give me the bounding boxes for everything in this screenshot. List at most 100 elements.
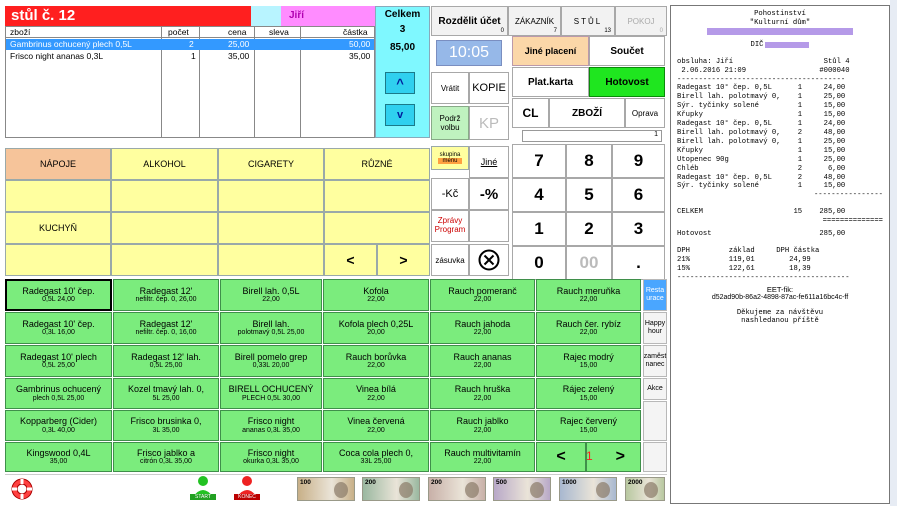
product-button[interactable]: Radegast 12' nefiltr. čep. 0, 26,00 — [113, 279, 219, 311]
banknote-2000-button[interactable]: 2000 — [625, 477, 665, 501]
copy-button[interactable]: KOPIE — [469, 72, 509, 104]
category-empty[interactable] — [218, 244, 324, 276]
keypad-1-button[interactable]: 1 — [512, 212, 566, 246]
product-button[interactable]: Radegast 12' nefiltr. čep. 0, 16,00 — [113, 312, 219, 344]
discount-kc-button[interactable]: -Kč — [431, 178, 469, 210]
split-bill-button[interactable]: Rozdělit účet 0 — [431, 6, 508, 36]
category-empty[interactable] — [5, 180, 111, 212]
employee-button[interactable]: zaměst nanec — [643, 345, 667, 377]
keypad-0-button[interactable]: 0 — [512, 246, 566, 280]
category-ruzne[interactable]: RŮZNÉ — [324, 148, 430, 180]
keypad-8-button[interactable]: 8 — [566, 144, 612, 178]
product-button[interactable]: Rauch multivitamín 22,00 — [430, 442, 535, 472]
return-button[interactable]: Vrátit — [431, 72, 469, 104]
product-prev-button[interactable]: < — [536, 442, 586, 472]
category-alkohol[interactable]: ALKOHOL — [111, 148, 218, 180]
keypad-5-button[interactable]: 5 — [566, 178, 612, 212]
correction-button[interactable]: Oprava — [625, 98, 665, 128]
customer-tab[interactable]: ZÁKAZNÍK 7 — [508, 6, 561, 36]
category-empty[interactable] — [111, 212, 218, 244]
category-prev-button[interactable]: < — [324, 244, 377, 276]
product-button[interactable]: Birell lah. 0,5L 22,00 — [220, 279, 322, 311]
end-button[interactable]: KONEC — [234, 475, 260, 504]
product-button[interactable]: Birell pomelo grep 0,33L 20,00 — [220, 345, 322, 377]
product-button[interactable]: Rajec červený 15,00 — [536, 410, 641, 441]
subtotal-button[interactable]: Součet — [589, 36, 665, 66]
keypad-4-button[interactable]: 4 — [512, 178, 566, 212]
product-button[interactable]: BIRELL OCHUCENÝ PLECH 0,5L 30,00 — [220, 378, 322, 409]
product-button[interactable]: Rauch pomeranč 22,00 — [430, 279, 535, 311]
product-button[interactable]: Rauch borůvka 22,00 — [323, 345, 429, 377]
product-button[interactable]: Rájec zelený 15,00 — [536, 378, 641, 409]
side-empty[interactable] — [643, 442, 667, 472]
product-button[interactable]: Rauch jahoda 22,00 — [430, 312, 535, 344]
product-button[interactable]: Frisco jablko a citrón 0,3L 35,00 — [113, 442, 219, 472]
keypad-7-button[interactable]: 7 — [512, 144, 566, 178]
lifebuoy-icon[interactable] — [10, 477, 34, 501]
banknote-500-button[interactable]: 500 — [493, 477, 551, 501]
clear-button[interactable]: CL — [512, 98, 549, 128]
product-button[interactable]: Gambrinus ochucený plech 0,5L 25,00 — [5, 378, 112, 409]
product-button[interactable]: Rauch čer. rybíz 22,00 — [536, 312, 641, 344]
category-kuchyn[interactable]: KUCHYŇ — [5, 212, 111, 244]
card-payment-button[interactable]: Plat.karta — [512, 67, 589, 97]
banknote-200-button[interactable]: 200 — [428, 477, 486, 501]
promo-button[interactable]: Akce — [643, 378, 667, 400]
keypad-3-button[interactable]: 3 — [612, 212, 665, 246]
scroll-down-button[interactable]: v — [385, 104, 415, 126]
category-empty[interactable] — [218, 180, 324, 212]
product-button[interactable]: Frisco night ananas 0,3L 35,00 — [220, 410, 322, 441]
product-button[interactable]: Kozel tmavý lah. 0, 5L 25,00 — [113, 378, 219, 409]
product-button[interactable]: Radegast 10' čep. 0,3L 16,00 — [5, 312, 112, 344]
product-button[interactable]: Frisco brusinka 0, 3L 35,00 — [113, 410, 219, 441]
product-button[interactable]: Kopparberg (Cider) 0,3L 40,00 — [5, 410, 112, 441]
category-empty[interactable] — [111, 244, 218, 276]
drawer-button[interactable]: zásuvka — [431, 244, 469, 276]
keypad-6-button[interactable]: 6 — [612, 178, 665, 212]
product-button[interactable]: Kofola plech 0,25L 20,00 — [323, 312, 429, 344]
table-row[interactable]: Frisco night ananas 0,3L 1 35,00 35,00 — [6, 51, 374, 62]
scroll-up-button[interactable]: ^ — [385, 72, 415, 94]
category-napoje[interactable]: NÁPOJE — [5, 148, 111, 180]
restaurant-button[interactable]: Resta urace — [643, 279, 667, 311]
category-empty[interactable] — [111, 180, 218, 212]
category-empty[interactable] — [5, 244, 111, 276]
cancel-button[interactable] — [469, 244, 509, 276]
empty-function[interactable] — [469, 210, 509, 242]
keypad-dot-button[interactable]: . — [612, 246, 665, 280]
product-button[interactable]: Radegast 10' plech 0,5L 25,00 — [5, 345, 112, 377]
hold-selection-button[interactable]: Podrž volbu — [431, 106, 469, 140]
goods-button[interactable]: ZBOŽÍ — [549, 98, 625, 128]
category-empty[interactable] — [324, 180, 430, 212]
product-button[interactable]: Rauch jablko 22,00 — [430, 410, 535, 441]
category-empty[interactable] — [324, 212, 430, 244]
side-empty[interactable] — [643, 401, 667, 441]
kp-button[interactable]: KP — [469, 106, 509, 140]
cash-button[interactable]: Hotovost — [589, 67, 665, 97]
discount-percent-button[interactable]: -% — [469, 178, 509, 210]
other-button[interactable]: Jiné — [469, 146, 509, 178]
keypad-2-button[interactable]: 2 — [566, 212, 612, 246]
product-button[interactable]: Birell lah. polotmavý 0,5L 25,00 — [220, 312, 322, 344]
product-button[interactable]: Rauch hruška 22,00 — [430, 378, 535, 409]
product-button[interactable]: Vinea červená 22,00 — [323, 410, 429, 441]
product-button[interactable]: Vinea bílá 22,00 — [323, 378, 429, 409]
category-next-button[interactable]: > — [377, 244, 430, 276]
happy-hour-button[interactable]: Happy hour — [643, 312, 667, 344]
product-button[interactable]: Coca cola plech 0, 33L 25,00 — [323, 442, 429, 472]
group-menu-button[interactable]: skupina menu — [431, 146, 469, 170]
keypad-00-button[interactable]: 00 — [566, 246, 612, 280]
keypad-9-button[interactable]: 9 — [612, 144, 665, 178]
product-button[interactable]: Frisco night okurka 0,3L 35,00 — [220, 442, 322, 472]
input-field[interactable]: 1 — [522, 130, 662, 142]
banknote-200-button[interactable]: 200 — [362, 477, 420, 501]
banknote-1000-button[interactable]: 1000 — [559, 477, 617, 501]
table-tab[interactable]: STŮL 13 — [561, 6, 615, 36]
product-button[interactable]: Rajec modrý 15,00 — [536, 345, 641, 377]
banknote-100-button[interactable]: 100 — [297, 477, 355, 501]
start-button[interactable]: START — [190, 475, 216, 504]
product-button[interactable]: Radegast 12' lah. 0,5L 25,00 — [113, 345, 219, 377]
product-button[interactable]: Rauch meruňka 22,00 — [536, 279, 641, 311]
category-empty[interactable] — [218, 212, 324, 244]
product-button[interactable]: Kingswood 0,4L 35,00 — [5, 442, 112, 472]
